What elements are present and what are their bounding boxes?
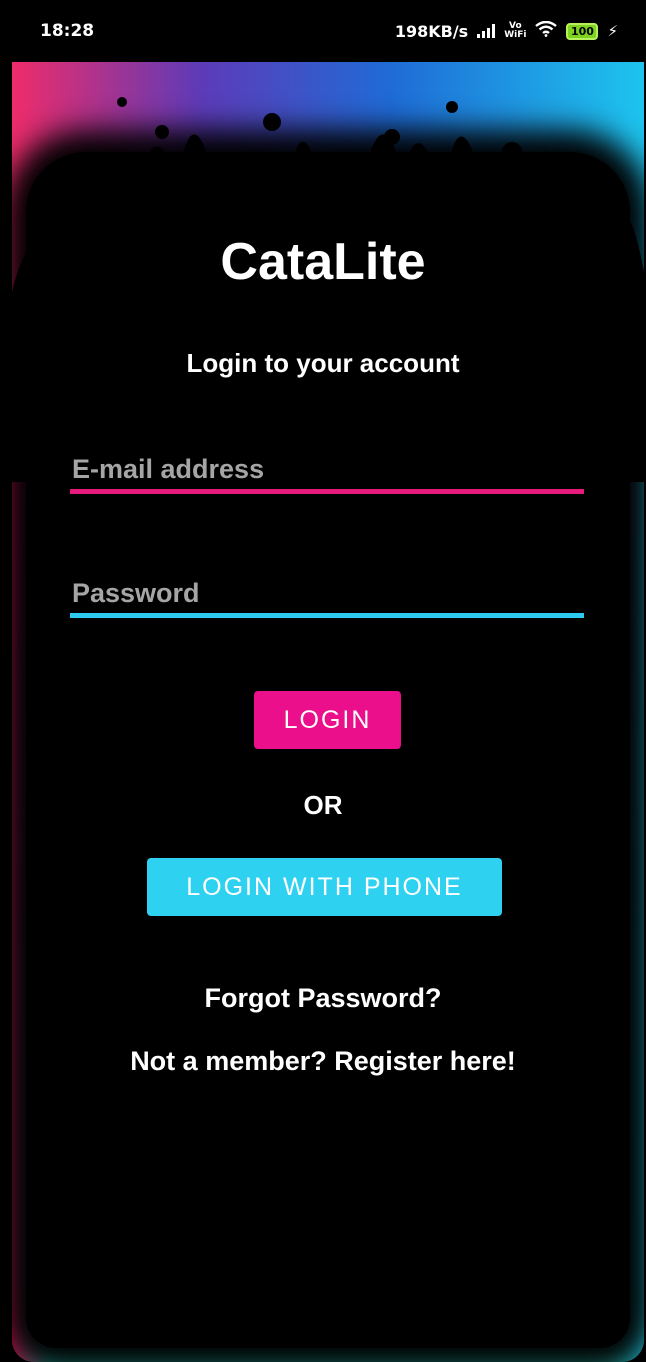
email-input[interactable] (70, 454, 584, 489)
email-field[interactable] (70, 454, 584, 494)
wifi-icon (535, 20, 558, 42)
battery-icon: 100 (566, 22, 599, 40)
login-subtitle: Login to your account (186, 348, 460, 378)
email-underline (70, 489, 584, 494)
forgot-password-link[interactable]: Forgot Password? (0, 983, 646, 1014)
phone-screen: 18:28 198KB/s Vo WiFi 100 ⚡ CataLite Log… (0, 0, 646, 1362)
register-link[interactable]: Not a member? Register here! (0, 1046, 646, 1077)
status-icons: 198KB/s Vo WiFi 100 ⚡ (394, 20, 618, 42)
network-speed: 198KB/s (394, 21, 469, 41)
splash-inner-area (26, 152, 630, 1348)
status-bar: 18:28 198KB/s Vo WiFi 100 ⚡ (0, 0, 646, 62)
login-with-phone-button[interactable]: LOGIN WITH PHONE (147, 858, 502, 916)
charging-icon: ⚡ (607, 22, 618, 40)
status-time: 18:28 (40, 21, 95, 41)
vowifi-bottom-label: WiFi (504, 30, 527, 40)
signal-icon (477, 24, 496, 38)
or-separator: OR (303, 790, 343, 820)
password-field[interactable] (70, 578, 584, 618)
vowifi-icon: Vo WiFi (504, 22, 526, 40)
login-button[interactable]: LOGIN (254, 691, 401, 749)
password-input[interactable] (70, 578, 584, 613)
app-title: CataLite (220, 233, 426, 291)
password-underline (70, 613, 584, 618)
